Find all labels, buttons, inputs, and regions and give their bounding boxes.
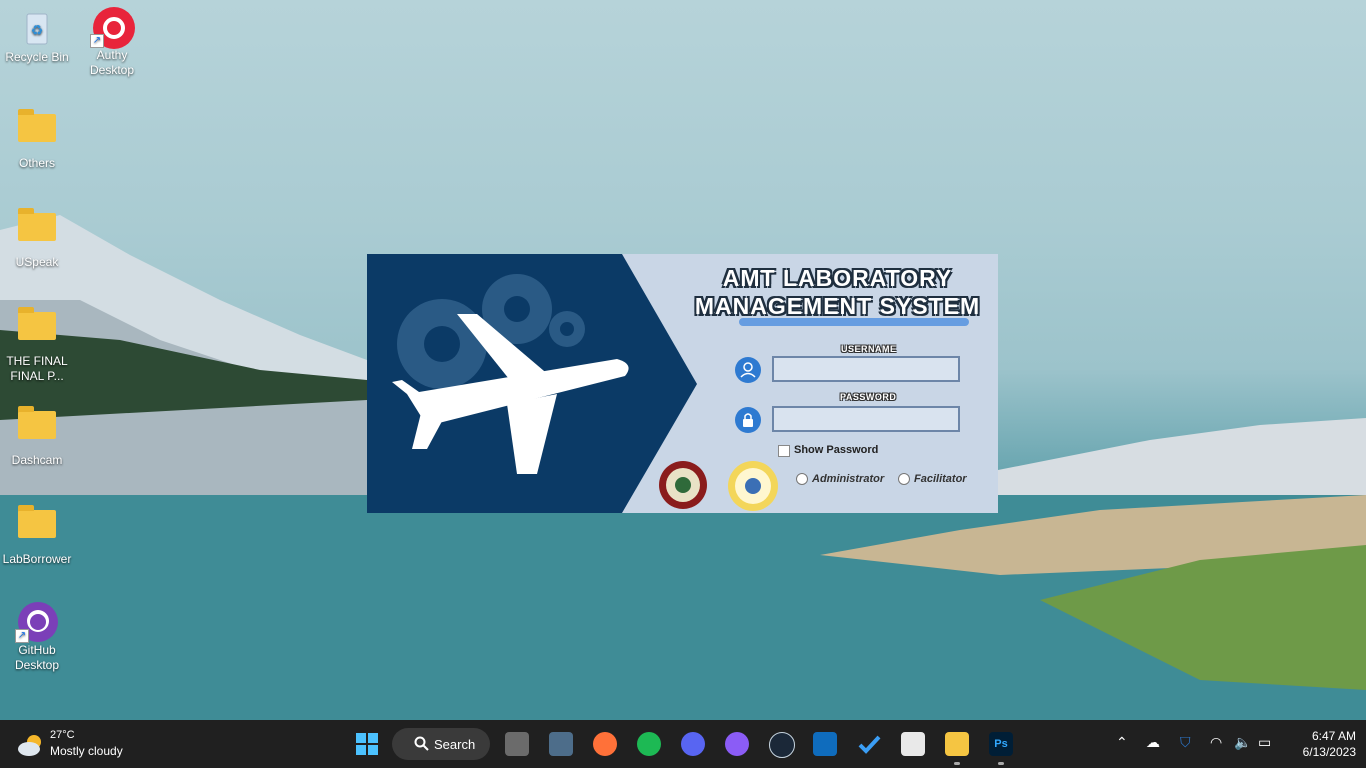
folder-icon: [17, 109, 57, 154]
desktop-icon-label: Others: [18, 156, 55, 170]
folder-icon: [17, 505, 57, 550]
university-seal-yellow: [728, 461, 778, 511]
desktop-icon-label: Dashcam: [11, 453, 63, 467]
desktop-icon-the-final[interactable]: THE FINAL FINAL P...: [0, 306, 74, 384]
university-seal-red: [659, 461, 707, 509]
photoshop-icon[interactable]: Ps: [989, 732, 1013, 756]
battery-icon[interactable]: ▭: [1258, 734, 1271, 751]
desktop-icon-label: LabBorrower: [2, 552, 72, 566]
weather-condition: Mostly cloudy: [50, 744, 123, 758]
administrator-label[interactable]: Administrator: [812, 473, 884, 485]
weather-temp: 27°C: [50, 729, 75, 741]
username-input[interactable]: [772, 356, 960, 382]
app-title-line1: AMT LABORATORY: [722, 265, 953, 291]
shortcut-arrow-icon: ↗: [90, 34, 104, 48]
start-icon[interactable]: [355, 732, 379, 756]
calculator-icon[interactable]: [549, 732, 573, 756]
onedrive-icon[interactable]: ☁: [1146, 734, 1160, 751]
desktop-icon-label: USpeak: [15, 255, 59, 269]
clock-date: 6/13/2023: [1302, 745, 1356, 759]
chevron-up-icon[interactable]: ⌃: [1116, 734, 1128, 751]
clock-time: 6:47 AM: [1311, 729, 1356, 743]
task-view-icon[interactable]: [505, 732, 529, 756]
airplane-banner: [367, 254, 697, 513]
messenger-icon[interactable]: [725, 732, 749, 756]
security-shield-icon[interactable]: ⛉: [1180, 734, 1191, 751]
desktop-icon-label: Authy Desktop: [89, 48, 135, 77]
desktop-icon-label: Recycle Bin: [5, 50, 69, 64]
svg-text:♻: ♻: [31, 22, 44, 38]
show-password-checkbox[interactable]: [778, 445, 790, 457]
administrator-radio[interactable]: [796, 473, 808, 485]
app-title-line2: MANAGEMENT SYSTEM: [694, 293, 981, 319]
shortcut-arrow-icon: ↗: [15, 629, 29, 643]
title-brush-stroke: [739, 318, 969, 326]
discord-icon[interactable]: [681, 732, 705, 756]
desktop-icon-labborrower[interactable]: LabBorrower: [0, 504, 74, 567]
taskbar: 27°C Mostly cloudy Search Ps ⌃ ☁ ⛉ ◠ 🔈 ▭…: [0, 720, 1366, 768]
clock[interactable]: 6:47 AM 6/13/2023: [1286, 728, 1356, 760]
authy-icon: ↗: [90, 6, 135, 49]
github-icon: ↗: [15, 601, 58, 643]
username-label: USERNAME: [841, 344, 897, 354]
search-label: Search: [434, 737, 476, 752]
folder-icon: [17, 406, 57, 451]
password-label: PASSWORD: [840, 392, 897, 402]
facilitator-label[interactable]: Facilitator: [914, 473, 967, 485]
facilitator-radio[interactable]: [898, 473, 910, 485]
file-explorer-icon[interactable]: [945, 732, 969, 756]
desktop-icon-authy[interactable]: ↗ Authy Desktop: [75, 6, 149, 78]
user-icon: [735, 357, 761, 383]
volume-icon[interactable]: 🔈: [1234, 734, 1251, 751]
password-input[interactable]: [772, 406, 960, 432]
wifi-icon[interactable]: ◠: [1210, 734, 1222, 751]
recycle-bin-icon: ♻: [17, 8, 57, 48]
firefox-icon[interactable]: [593, 732, 617, 756]
lock-icon: [735, 407, 761, 433]
desktop-icon-uspeak[interactable]: USpeak: [0, 207, 74, 270]
cloud-sun-icon: [18, 735, 41, 756]
folder-icon: [17, 307, 57, 352]
todo-icon[interactable]: [857, 732, 881, 756]
spotify-icon[interactable]: [637, 732, 661, 756]
desktop-icon-github[interactable]: ↗ GitHub Desktop: [0, 601, 74, 673]
steam-icon[interactable]: [769, 732, 795, 758]
desktop-icon-others[interactable]: Others: [0, 108, 74, 171]
login-window: AMT LABORATORY MANAGEMENT SYSTEM USERNAM…: [367, 254, 998, 513]
running-indicator: [954, 762, 960, 765]
store-icon[interactable]: [901, 732, 925, 756]
show-password-label[interactable]: Show Password: [794, 444, 878, 456]
outlook-icon[interactable]: [813, 732, 837, 756]
folder-icon: [17, 208, 57, 253]
weather-widget[interactable]: 27°C Mostly cloudy: [14, 726, 154, 762]
desktop-icon-label: GitHub Desktop: [14, 643, 60, 672]
desktop-icon-dashcam[interactable]: Dashcam: [0, 405, 74, 468]
taskbar-search[interactable]: Search: [392, 728, 490, 760]
desktop-icon-recycle-bin[interactable]: ♻ Recycle Bin: [0, 8, 74, 65]
desktop-icon-label: THE FINAL FINAL P...: [6, 354, 68, 383]
running-indicator: [998, 762, 1004, 765]
search-icon: [414, 736, 429, 751]
